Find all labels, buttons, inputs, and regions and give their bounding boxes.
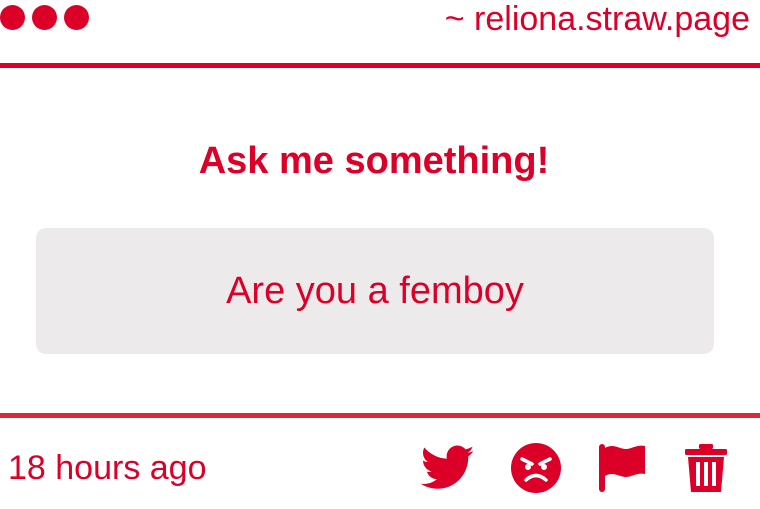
window-dot-icon [64, 5, 89, 30]
report-button[interactable] [594, 440, 650, 496]
window-dot-icon [0, 5, 25, 30]
window-dots [0, 5, 89, 30]
flag-icon [599, 444, 645, 492]
page-title: Ask me something! [198, 140, 550, 182]
timestamp: 18 hours ago [8, 449, 207, 487]
top-bar: ~ reliona.straw.page [0, 0, 760, 64]
angry-face-icon [511, 443, 561, 493]
twitter-share-button[interactable] [420, 440, 476, 496]
twitter-bird-icon [421, 445, 475, 489]
question-box: Are you a femboy [36, 228, 714, 354]
action-bar [420, 440, 740, 496]
site-domain[interactable]: ~ reliona.straw.page [445, 0, 750, 38]
question-text: Are you a femboy [226, 270, 524, 312]
top-divider [0, 63, 760, 68]
bottom-divider [0, 413, 760, 418]
angry-reaction-button[interactable] [508, 440, 564, 496]
delete-button[interactable] [678, 440, 734, 496]
window-dot-icon [32, 5, 57, 30]
trash-icon [685, 444, 727, 492]
